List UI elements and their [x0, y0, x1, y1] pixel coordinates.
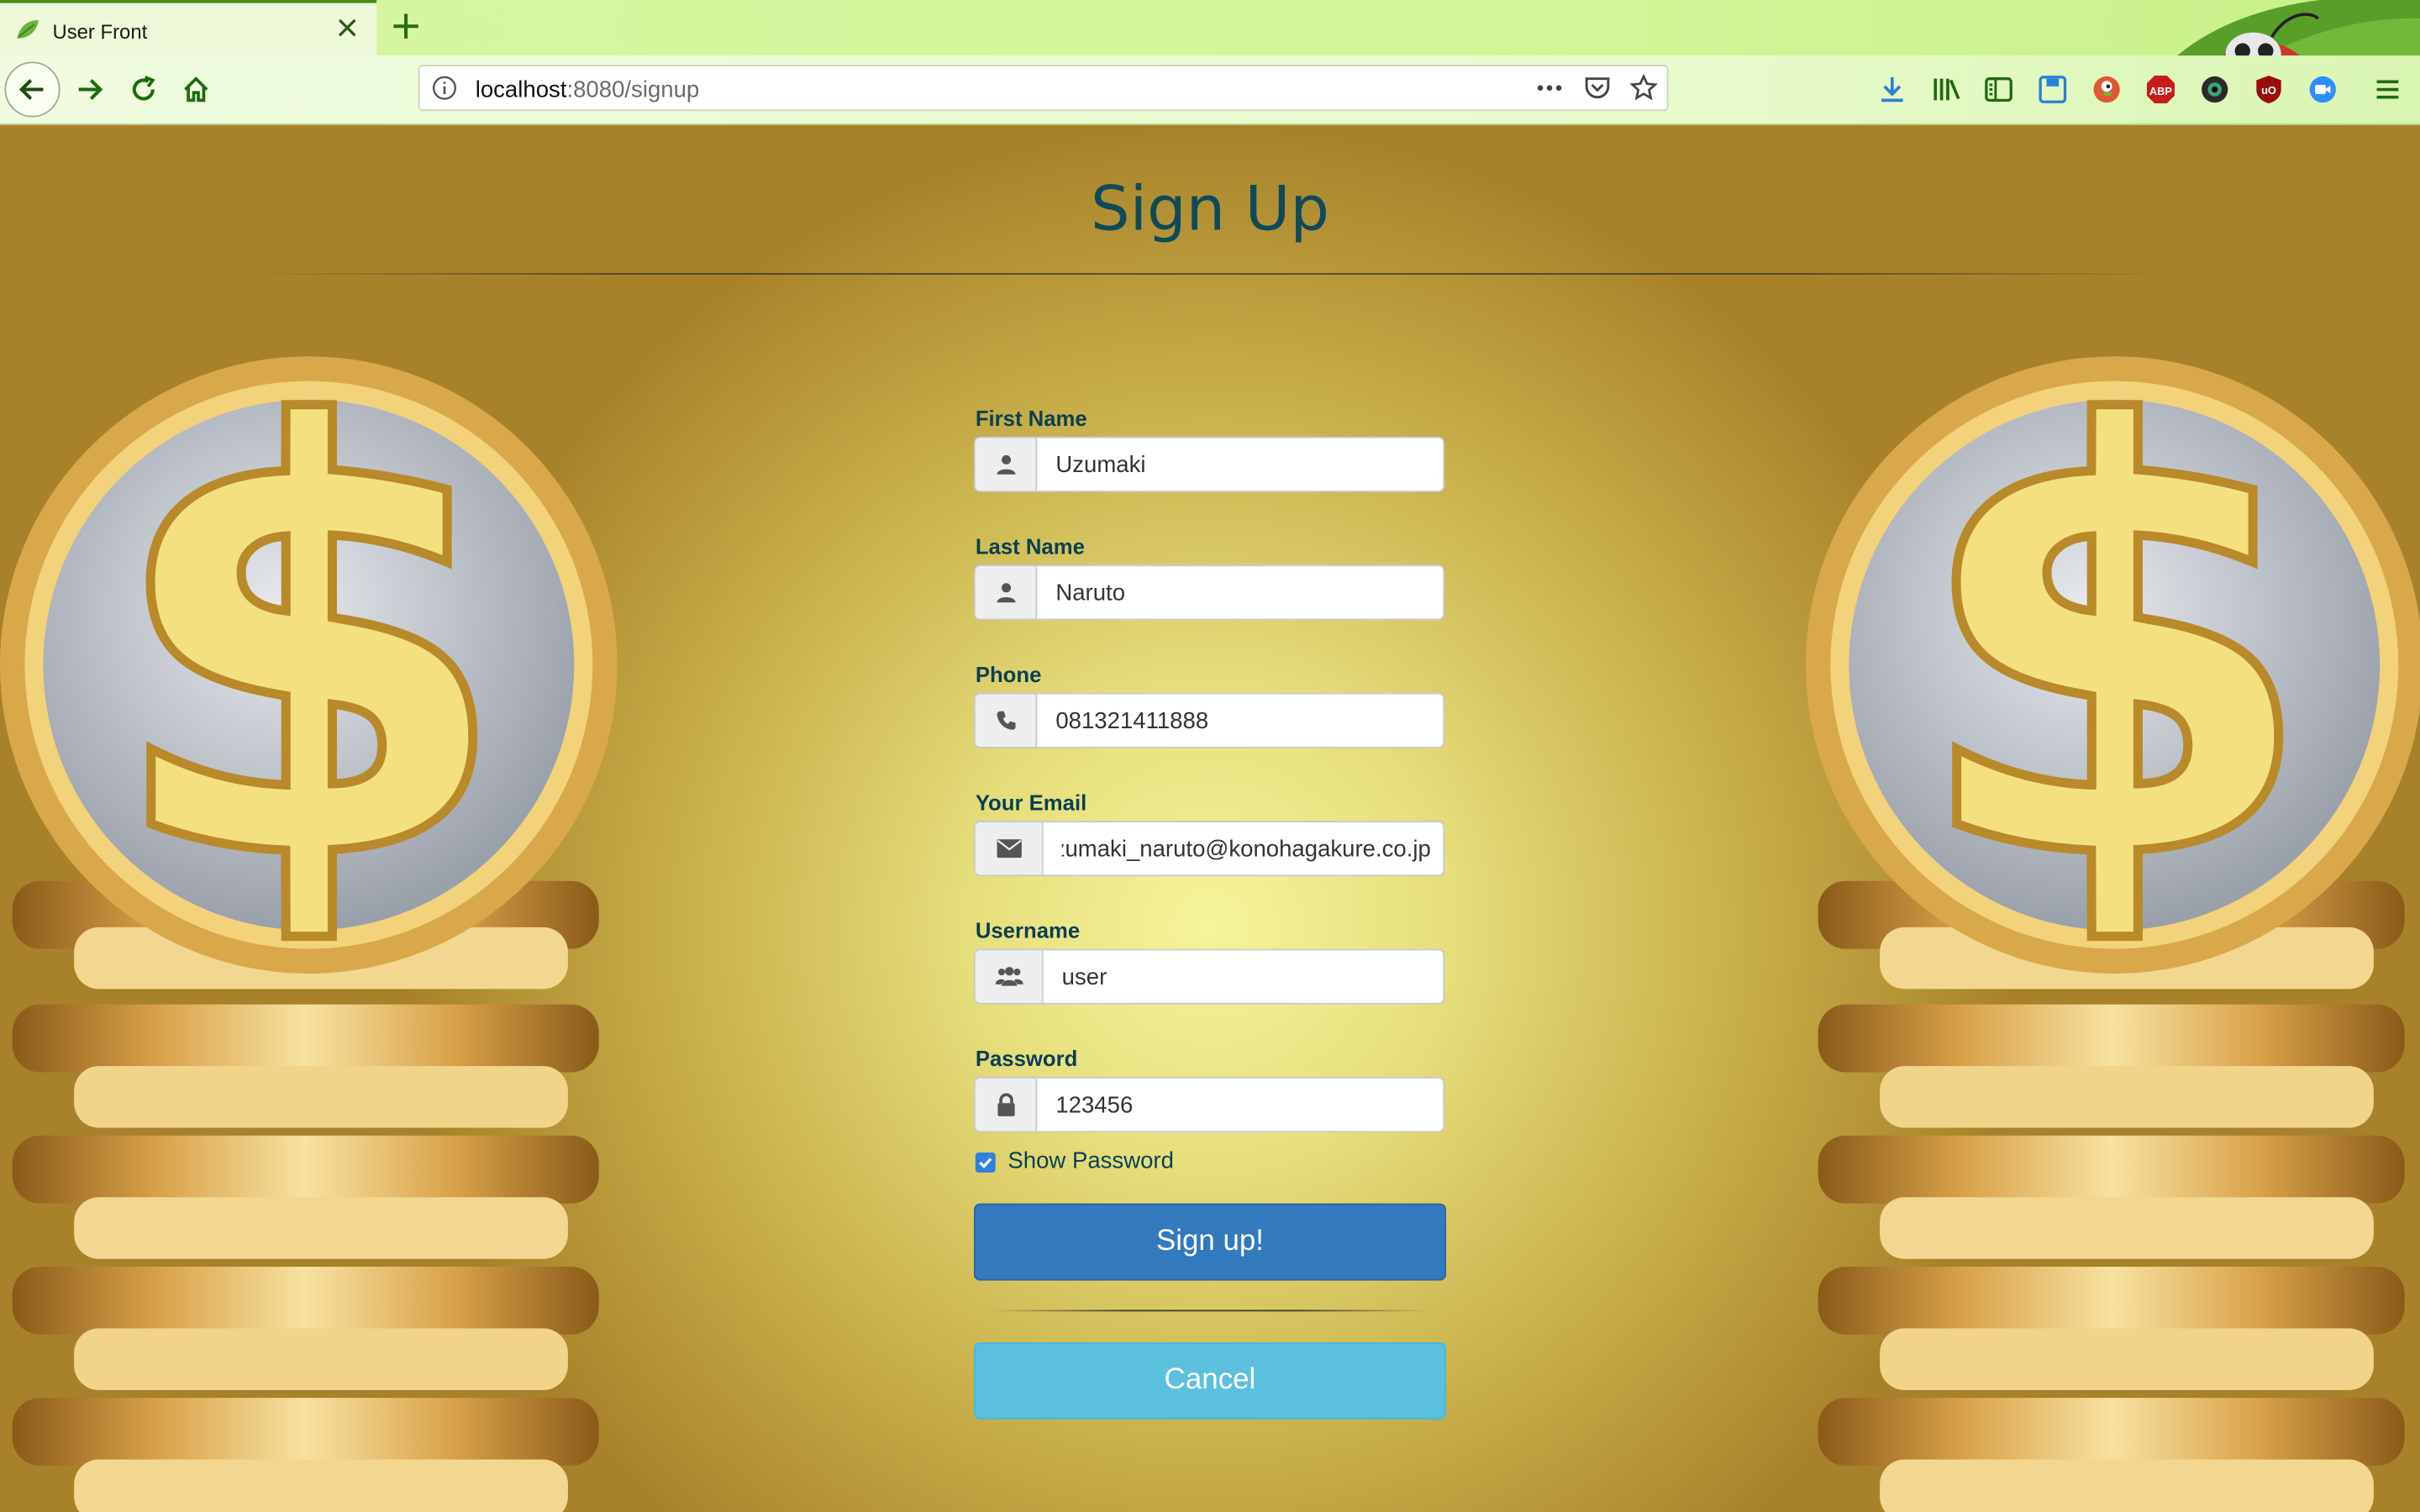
email-addon [975, 822, 1044, 875]
forward-button[interactable] [61, 61, 117, 117]
home-icon [184, 76, 208, 102]
last-name-label: Last Name [975, 533, 1085, 559]
lock-icon [997, 1093, 1014, 1116]
download-icon[interactable] [1876, 74, 1907, 105]
email-input[interactable]: uzumaki_naruto@konohagakure.co.jp [1062, 837, 1431, 863]
username-input-group: user [973, 948, 1445, 1005]
new-tab-icon[interactable] [391, 11, 422, 42]
svg-text:ABP: ABP [2149, 85, 2173, 97]
checkmark-icon [979, 1158, 992, 1168]
cancel-button[interactable]: Cancel [973, 1341, 1447, 1420]
phone-input[interactable]: 081321411888 [1055, 708, 1430, 734]
sidebar-icon[interactable] [1983, 74, 2014, 105]
coin-stack-left-image: $ [0, 302, 618, 1512]
more-actions-icon[interactable] [1534, 74, 1565, 102]
svg-text:uO: uO [2261, 84, 2276, 97]
first-name-input[interactable]: Uzumaki [1055, 452, 1430, 478]
tab-user-front[interactable]: User Front [0, 0, 377, 56]
users-icon [994, 967, 1023, 986]
password-label: Password [975, 1046, 1078, 1071]
user-icon [996, 583, 1015, 603]
adblock-plus-icon[interactable]: ABP [2145, 74, 2176, 105]
user-icon [996, 454, 1015, 475]
leaf-favicon-icon [17, 19, 39, 39]
email-label: Your Email [975, 790, 1087, 815]
navigation-toolbar: localhost:8080/signup ABP uO [0, 55, 2420, 125]
email-input-group: uzumaki_naruto@konohagakure.co.jp [973, 821, 1445, 877]
phone-addon [975, 694, 1038, 747]
bookmark-star-icon[interactable] [1629, 74, 1658, 102]
svg-text:$: $ [1911, 306, 2319, 989]
address-bar[interactable]: localhost:8080/signup [418, 65, 1669, 112]
password-input-group: 123456 [973, 1077, 1445, 1133]
last-name-addon [975, 566, 1038, 619]
arrow-left-icon [18, 79, 44, 100]
buttons-divider [989, 1310, 1431, 1312]
first-name-label: First Name [975, 406, 1087, 431]
envelope-icon [996, 839, 1021, 858]
svg-text:$: $ [105, 306, 513, 989]
ublock-origin-icon[interactable]: uO [2254, 74, 2285, 105]
pocket-icon[interactable] [1583, 74, 1611, 102]
title-divider [246, 273, 2174, 275]
close-tab-icon[interactable] [335, 15, 360, 39]
coin-stack-right-image: $ [1806, 302, 2420, 1512]
url-host: localhost [475, 76, 567, 104]
show-password-label: Show Password [1007, 1147, 1174, 1174]
username-input[interactable]: user [1062, 964, 1431, 990]
first-name-addon [975, 438, 1038, 491]
camera-extension-icon[interactable] [2199, 74, 2230, 105]
home-button[interactable] [168, 61, 224, 117]
password-addon [975, 1078, 1038, 1131]
tab-bar: User Front [0, 0, 2420, 56]
page-title: Sign Up [1090, 174, 1330, 246]
username-label: Username [975, 917, 1081, 943]
show-password-checkbox[interactable] [975, 1152, 996, 1173]
save-icon[interactable] [2037, 74, 2068, 105]
signup-button[interactable]: Sign up! [973, 1203, 1447, 1281]
tab-title: User Front [52, 19, 148, 44]
page-viewport: $ $ Sign Up First Name Uzumaki Last Name… [0, 124, 2420, 1512]
phone-label: Phone [975, 661, 1042, 687]
reload-icon [132, 76, 155, 101]
first-name-input-group: Uzumaki [973, 436, 1445, 492]
last-name-input-group: Naruto [973, 564, 1445, 621]
last-name-input[interactable]: Naruto [1055, 580, 1430, 606]
zoom-extension-icon[interactable] [2307, 74, 2338, 105]
phone-input-group: 081321411888 [973, 692, 1445, 748]
url-path: :8080/signup [566, 76, 700, 104]
phone-icon [996, 711, 1015, 730]
arrow-right-icon [78, 79, 103, 100]
menu-icon[interactable] [2372, 74, 2403, 105]
back-button[interactable] [4, 61, 60, 118]
url-text: localhost:8080/signup [476, 77, 700, 103]
password-input[interactable]: 123456 [1055, 1092, 1430, 1118]
reload-button[interactable] [116, 61, 171, 117]
username-addon [975, 950, 1044, 1003]
duckduckgo-icon[interactable] [2091, 74, 2123, 105]
info-icon[interactable] [432, 76, 457, 100]
library-icon[interactable] [1931, 74, 1962, 105]
